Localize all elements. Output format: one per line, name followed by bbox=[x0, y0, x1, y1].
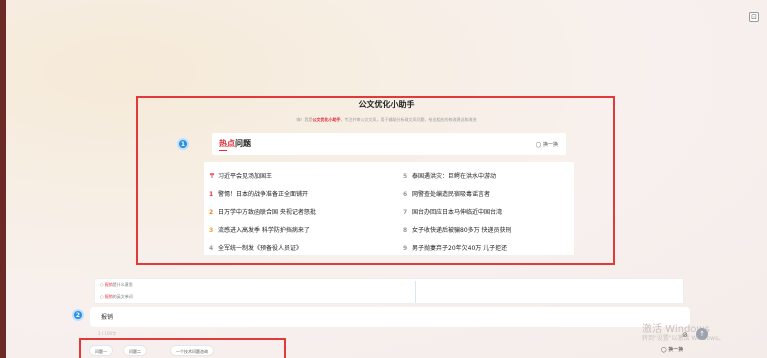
hot-item[interactable]: 3 流感进入高发季 科学防护挡病来了 bbox=[209, 225, 310, 234]
refresh-icon: ◯ bbox=[535, 142, 542, 148]
hot-title: 热点问题 bbox=[219, 138, 251, 149]
app-window: ⊡ 公文优化小助手 嗨！我是公文优化小助手，专注并审公文文风，用于辅助分析政文风… bbox=[6, 0, 767, 358]
window-expand-icon[interactable]: ⊡ bbox=[749, 12, 759, 22]
hot-item[interactable]: 6 网警查处编造民宿吸毒谣言者 bbox=[403, 189, 490, 198]
annotation-marker-1: 1 bbox=[177, 138, 189, 150]
hot-item[interactable]: 5 泰国遇洪灾：巨鳄在洪水中游动 bbox=[403, 171, 496, 180]
hot-title-red: 热点 bbox=[219, 139, 235, 148]
hot-item-text: 女子收快递后被骗80多万 快递员获刑 bbox=[412, 227, 512, 234]
hot-item-rank: 3 bbox=[209, 227, 214, 234]
search-icon: ○ bbox=[100, 282, 104, 287]
suggestion-panel: ○ 报销是什么意思 ○ 报销的英文单词 bbox=[94, 278, 684, 304]
question-input-value: 报销 bbox=[101, 314, 114, 321]
hot-item[interactable]: 7 国台办回应日本马伸临近中国台湾 bbox=[403, 207, 502, 216]
refresh-icon: ◯ bbox=[661, 347, 667, 353]
hot-item-rank: 6 bbox=[403, 191, 408, 198]
hot-item-rank: 4 bbox=[209, 245, 214, 252]
hot-item-text: 警惕！日本的战争准备正全面铺开 bbox=[218, 191, 309, 198]
hot-header-card: 热点问题 ◯ 换一换 bbox=[212, 133, 566, 155]
suggestion-keyword: 报销 bbox=[104, 294, 113, 299]
hot-title-black: 问题 bbox=[235, 139, 251, 148]
hot-item-rank: 5 bbox=[403, 173, 408, 180]
question-input[interactable]: 报销 bbox=[90, 307, 690, 327]
hot-item-text: 流感进入高发季 科学防护挡病来了 bbox=[218, 227, 310, 234]
hot-item-text: 泰国遇洪灾：巨鳄在洪水中游动 bbox=[412, 173, 497, 180]
annotation-box-chips bbox=[79, 338, 286, 358]
chips-refresh-label: 换一换 bbox=[668, 347, 684, 353]
hot-item[interactable]: 1 警惕！日本的战争准备正全面铺开 bbox=[209, 189, 308, 198]
char-counter: 2 / 100字 bbox=[98, 331, 117, 336]
suggestion-rest: 的英文单词 bbox=[112, 294, 133, 299]
refresh-label: 换一换 bbox=[542, 142, 558, 148]
hot-list: 〒习近平会见汤加国王 5 泰国遇洪灾：巨鳄在洪水中游动 1 警惕！日本的战争准备正全… bbox=[204, 162, 574, 255]
panel-divider bbox=[415, 281, 416, 303]
suggestion-rest: 是什么意思 bbox=[112, 282, 133, 287]
hot-item-text: 国台办回应日本马伸临近中国台湾 bbox=[412, 209, 503, 216]
hot-item[interactable]: 8 女子收快递后被骗80多万 快递员获刑 bbox=[403, 225, 512, 234]
hot-title-underline bbox=[219, 150, 227, 151]
hot-item-text: 网警查处编造民宿吸毒谣言者 bbox=[412, 191, 491, 198]
hot-item-rank: 8 bbox=[403, 227, 408, 234]
hot-item-text: 日万学中方致函联合国 央视记者怒批 bbox=[218, 209, 316, 216]
annotation-marker-2: 2 bbox=[72, 309, 84, 321]
hot-item-text: 男子抛妻弃子20年欠40万 儿子拒还 bbox=[412, 245, 508, 252]
chips-refresh-button[interactable]: ◯ 换一换 bbox=[661, 346, 683, 353]
suggestion-item[interactable]: ○ 报销的英文单词 bbox=[100, 294, 133, 300]
suggestion-item[interactable]: ○ 报销是什么意思 bbox=[100, 282, 133, 288]
hot-item-rank: 〒 bbox=[209, 173, 216, 180]
hot-item[interactable]: 〒习近平会见汤加国王 bbox=[209, 171, 272, 180]
hot-item[interactable]: 9 男子抛妻弃子20年欠40万 儿子拒还 bbox=[403, 243, 507, 252]
hot-item[interactable]: 2 日万学中方致函联合国 央视记者怒批 bbox=[209, 207, 316, 216]
attach-icon[interactable]: ⊘ bbox=[682, 331, 688, 339]
suggestion-keyword: 报销 bbox=[104, 282, 113, 287]
send-button[interactable]: ↑ bbox=[696, 328, 708, 340]
hot-item-text: 全军统一制发《预备役人员证》 bbox=[218, 245, 303, 252]
hot-item-text: 习近平会见汤加国王 bbox=[218, 173, 273, 180]
refresh-button[interactable]: ◯ 换一换 bbox=[536, 141, 558, 148]
hot-item-rank: 7 bbox=[403, 209, 408, 216]
search-icon: ○ bbox=[100, 294, 104, 299]
hot-item[interactable]: 4 全军统一制发《预备役人员证》 bbox=[209, 243, 302, 252]
hot-item-rank: 9 bbox=[403, 245, 408, 252]
hot-item-rank: 2 bbox=[209, 209, 214, 216]
hot-item-rank: 1 bbox=[209, 191, 214, 198]
